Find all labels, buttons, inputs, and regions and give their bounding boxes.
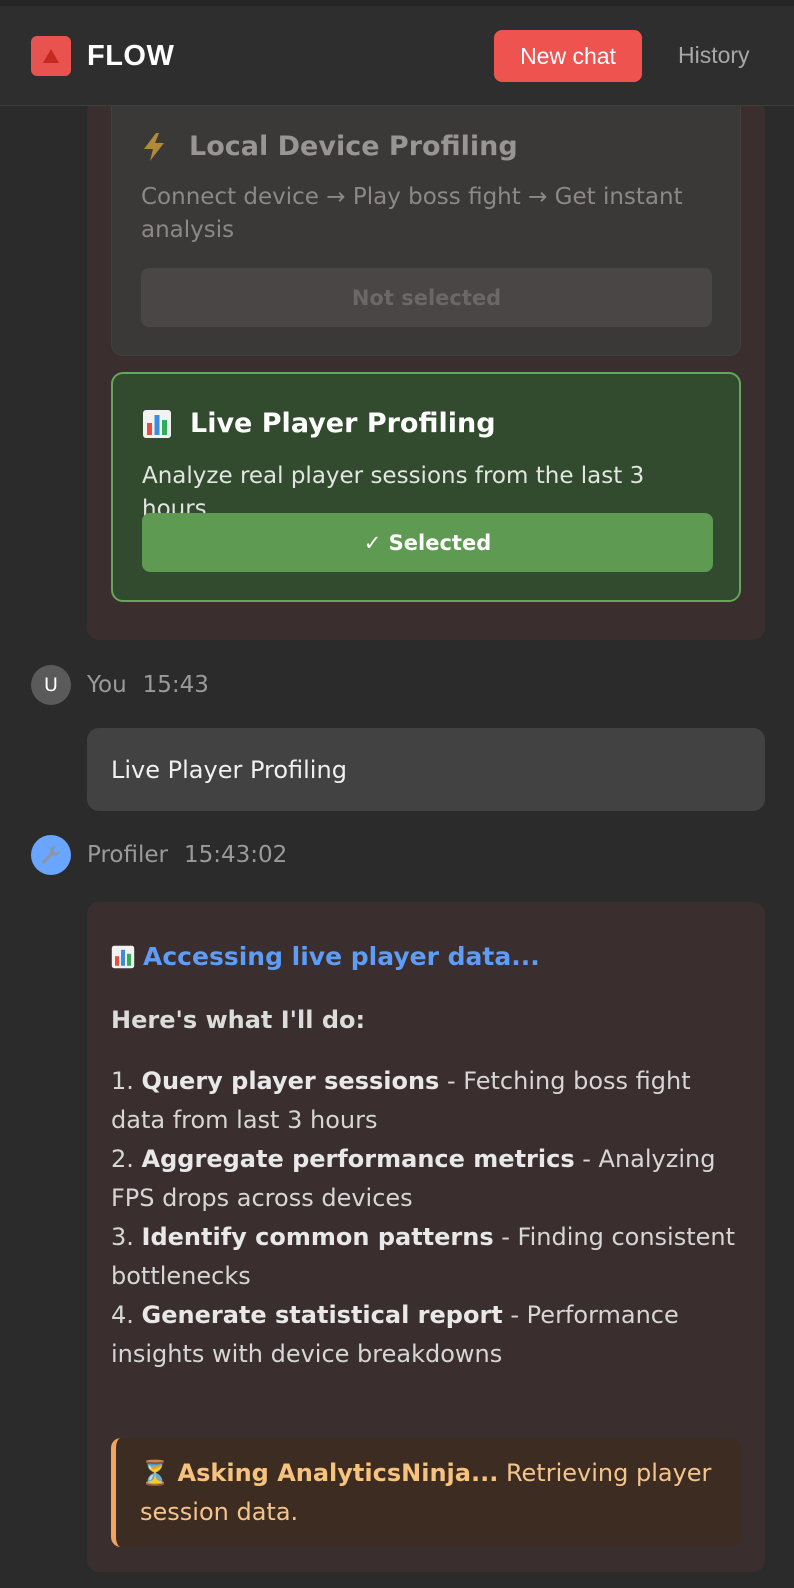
list-item: 2. Aggregate performance metrics - Analy… (111, 1145, 716, 1212)
warning-triangle-icon (43, 49, 59, 63)
hourglass-icon: ⏳ (140, 1459, 170, 1487)
option-title: Live Player Profiling (190, 408, 496, 439)
lightning-icon (141, 132, 175, 162)
selected-button[interactable]: ✓ Selected (142, 513, 713, 572)
message-author: Profiler (87, 842, 168, 868)
list-item: 3. Identify common patterns - Finding co… (111, 1223, 736, 1290)
list-item: 4. Generate statistical report - Perform… (111, 1301, 679, 1368)
not-selected-button[interactable]: Not selected (141, 268, 712, 327)
option-title: Local Device Profiling (189, 131, 518, 162)
plan-heading: Here's what I'll do: (111, 1006, 366, 1034)
option-description: Connect device → Play boss fight → Get i… (141, 184, 683, 243)
option-card-local-device[interactable]: Local Device Profiling Connect device → … (111, 90, 741, 356)
history-link[interactable]: History (678, 42, 750, 69)
bot-message-bubble: Accessing live player data... Here's wha… (87, 902, 765, 1572)
new-chat-button[interactable]: New chat (494, 30, 642, 82)
option-card-live-player[interactable]: Live Player Profiling Analyze real playe… (111, 372, 741, 602)
list-item: 1. Query player sessions - Fetching boss… (111, 1067, 691, 1134)
message-time: 15:43 (142, 672, 209, 698)
bot-message-meta: Profiler 15:43:02 (31, 835, 287, 875)
message-time: 15:43:02 (183, 842, 288, 868)
avatar (31, 835, 71, 875)
avatar: U (31, 665, 71, 705)
status-text: Accessing live player data... (143, 942, 540, 971)
notice-title: Asking AnalyticsNinja... (177, 1459, 499, 1487)
wrench-icon (42, 846, 60, 864)
top-bar: FLOW New chat History (0, 0, 794, 106)
user-message-bubble: Live Player Profiling (87, 728, 765, 811)
bar-chart-icon (142, 409, 176, 439)
app-brand: FLOW (87, 40, 175, 72)
logo (31, 36, 71, 76)
plan-steps: 1. Query player sessions - Fetching boss… (111, 1062, 751, 1374)
agent-notice: ⏳ Asking AnalyticsNinja... Retrieving pl… (111, 1438, 741, 1547)
bar-chart-icon (111, 945, 135, 969)
status-line: Accessing live player data... (111, 942, 540, 971)
message-author: You (87, 672, 127, 698)
user-message-meta: U You 15:43 (31, 665, 209, 705)
